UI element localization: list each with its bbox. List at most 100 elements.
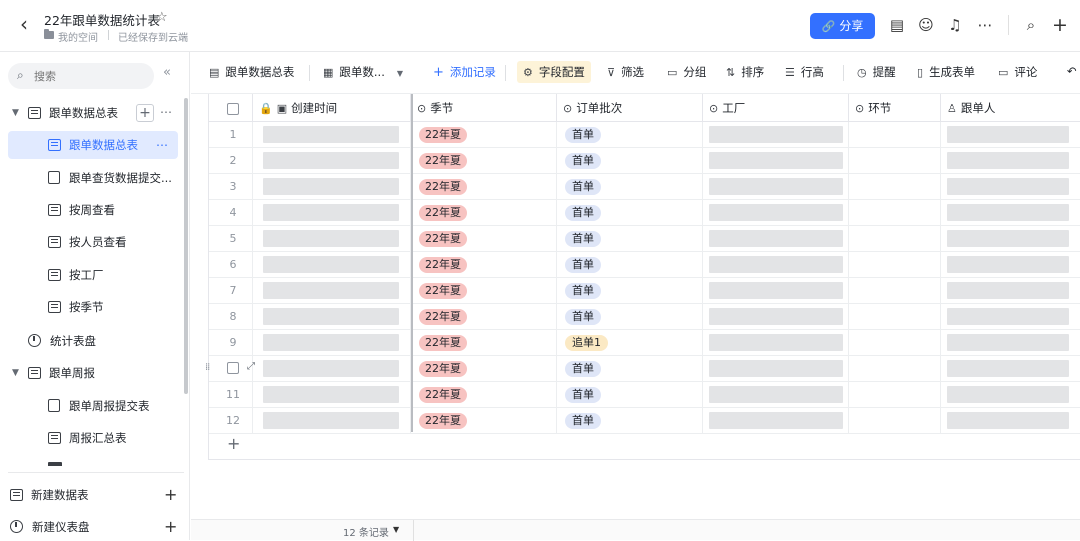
table-row[interactable]: 12 22年夏 首单 bbox=[209, 408, 1080, 434]
cell-assignee[interactable] bbox=[941, 122, 1080, 148]
cell-created-time[interactable] bbox=[253, 408, 411, 434]
generate-form-button[interactable]: ▯ 生成表单 bbox=[917, 64, 975, 80]
cell-order-batch[interactable]: 首单 bbox=[557, 304, 703, 330]
table-row[interactable]: 8 22年夏 首单 bbox=[209, 304, 1080, 330]
cell-season[interactable]: 22年夏 bbox=[411, 356, 557, 382]
table-row[interactable]: 3 22年夏 首单 bbox=[209, 174, 1080, 200]
select-all-checkbox[interactable] bbox=[227, 102, 239, 115]
sidebar-item-main-table[interactable]: 跟单数据总表 ⋯ bbox=[8, 131, 178, 159]
add-view-button[interactable]: + bbox=[136, 104, 154, 122]
sidebar-scrollbar[interactable] bbox=[184, 98, 188, 394]
cell-stage[interactable] bbox=[849, 382, 941, 408]
cell-factory[interactable] bbox=[703, 252, 849, 278]
row-header-cell[interactable]: 1 bbox=[209, 122, 253, 148]
cell-factory[interactable] bbox=[703, 226, 849, 252]
record-count[interactable]: 12 条记录 bbox=[343, 524, 389, 539]
cell-assignee[interactable] bbox=[941, 148, 1080, 174]
cell-stage[interactable] bbox=[849, 174, 941, 200]
table-row[interactable]: 2 22年夏 首单 bbox=[209, 148, 1080, 174]
cell-stage[interactable] bbox=[849, 200, 941, 226]
cell-created-time[interactable] bbox=[253, 278, 411, 304]
cell-season[interactable]: 22年夏 bbox=[411, 304, 557, 330]
search-input[interactable] bbox=[34, 67, 144, 85]
cell-factory[interactable] bbox=[703, 122, 849, 148]
sidebar-item-by-person[interactable]: 按人员查看 bbox=[8, 228, 184, 256]
sidebar-group-tracking-table[interactable]: ▼ 跟单数据总表 bbox=[8, 99, 184, 127]
sidebar-group-weekly-report[interactable]: ▼ 跟单周报 bbox=[8, 359, 184, 387]
new-table-button[interactable]: 新建数据表 bbox=[8, 481, 184, 509]
cell-assignee[interactable] bbox=[941, 408, 1080, 434]
cell-order-batch[interactable]: 首单 bbox=[557, 278, 703, 304]
cell-stage[interactable] bbox=[849, 408, 941, 434]
cell-factory[interactable] bbox=[703, 148, 849, 174]
table-row[interactable]: 6 22年夏 首单 bbox=[209, 252, 1080, 278]
cell-season[interactable]: 22年夏 bbox=[411, 226, 557, 252]
cell-season[interactable]: 22年夏 bbox=[411, 278, 557, 304]
table-row[interactable]: 7 22年夏 首单 bbox=[209, 278, 1080, 304]
column-header-order-batch[interactable]: ⊙ 订单批次 bbox=[557, 94, 703, 122]
cell-stage[interactable] bbox=[849, 122, 941, 148]
cell-assignee[interactable] bbox=[941, 382, 1080, 408]
cell-season[interactable]: 22年夏 bbox=[411, 122, 557, 148]
cell-created-time[interactable] bbox=[253, 356, 411, 382]
add-record-button[interactable]: + 添加记录 bbox=[433, 64, 496, 80]
cell-created-time[interactable] bbox=[253, 304, 411, 330]
search-box[interactable]: ⌕ bbox=[8, 63, 154, 89]
sidebar-item-dashboard[interactable]: 统计表盘 bbox=[8, 327, 184, 355]
bell-icon[interactable]: ♫ bbox=[944, 14, 966, 36]
cell-factory[interactable] bbox=[703, 408, 849, 434]
cell-stage[interactable] bbox=[849, 252, 941, 278]
field-config-button[interactable]: ⚙ 字段配置 bbox=[517, 61, 591, 83]
row-header-cell[interactable]: 8 bbox=[209, 304, 253, 330]
sidebar-item-weekly-summary[interactable]: 周报汇总表 bbox=[8, 424, 184, 452]
cell-created-time[interactable] bbox=[253, 382, 411, 408]
cell-season[interactable]: 22年夏 bbox=[411, 174, 557, 200]
row-header-cell[interactable]: 5 bbox=[209, 226, 253, 252]
column-header-season[interactable]: ⊙ 季节 bbox=[411, 94, 557, 122]
cell-order-batch[interactable]: 首单 bbox=[557, 408, 703, 434]
cell-stage[interactable] bbox=[849, 278, 941, 304]
reminder-button[interactable]: ◷ 提醒 bbox=[857, 64, 896, 80]
cell-order-batch[interactable]: 首单 bbox=[557, 226, 703, 252]
chevron-down-icon[interactable]: ▼ bbox=[393, 525, 399, 534]
cell-assignee[interactable] bbox=[941, 330, 1080, 356]
cell-stage[interactable] bbox=[849, 226, 941, 252]
row-header-cell[interactable]: 3 bbox=[209, 174, 253, 200]
caret-down-icon[interactable]: ▼ bbox=[12, 359, 19, 387]
row-header-cell[interactable]: 4 bbox=[209, 200, 253, 226]
new-dashboard-button[interactable]: 新建仪表盘 bbox=[8, 513, 184, 541]
select-all-header[interactable] bbox=[209, 94, 253, 122]
row-header-cell[interactable]: 12 bbox=[209, 408, 253, 434]
filter-button[interactable]: ⊽ 筛选 bbox=[607, 64, 644, 80]
cell-stage[interactable] bbox=[849, 148, 941, 174]
cell-order-batch[interactable]: 首单 bbox=[557, 122, 703, 148]
cell-season[interactable]: 22年夏 bbox=[411, 330, 557, 356]
cell-season[interactable]: 22年夏 bbox=[411, 148, 557, 174]
cell-created-time[interactable] bbox=[253, 252, 411, 278]
cell-order-batch[interactable]: 首单 bbox=[557, 200, 703, 226]
column-header-stage[interactable]: ⊙ 环节 bbox=[849, 94, 941, 122]
cell-created-time[interactable] bbox=[253, 330, 411, 356]
cell-created-time[interactable] bbox=[253, 122, 411, 148]
frozen-column-divider[interactable] bbox=[411, 94, 413, 432]
cell-order-batch[interactable]: 首单 bbox=[557, 382, 703, 408]
cell-assignee[interactable] bbox=[941, 174, 1080, 200]
cell-factory[interactable] bbox=[703, 382, 849, 408]
cell-factory[interactable] bbox=[703, 174, 849, 200]
document-title[interactable]: 22年跟单数据统计表 bbox=[44, 10, 160, 29]
more-icon[interactable]: ⋯ bbox=[160, 105, 173, 119]
cell-season[interactable]: 22年夏 bbox=[411, 382, 557, 408]
sidebar-item-weekly-submit[interactable]: 跟单周报提交表 bbox=[8, 392, 184, 420]
cell-order-batch[interactable]: 追单1 bbox=[557, 330, 703, 356]
row-header-cell[interactable]: 6 bbox=[209, 252, 253, 278]
space-location[interactable]: 我的空间 bbox=[58, 29, 98, 44]
share-button[interactable]: 🔗 分享 bbox=[810, 13, 875, 39]
column-header-assignee[interactable]: ♙ 跟单人 bbox=[941, 94, 1080, 122]
add-table-icon[interactable]: + bbox=[164, 485, 177, 504]
cell-order-batch[interactable]: 首单 bbox=[557, 174, 703, 200]
table-row[interactable]: 1 22年夏 首单 bbox=[209, 122, 1080, 148]
collapse-sidebar-icon[interactable]: « bbox=[163, 65, 171, 80]
row-header-cell[interactable]: 2 bbox=[209, 148, 253, 174]
sidebar-item-by-week[interactable]: 按周查看 bbox=[8, 196, 184, 224]
sidebar-item-by-season[interactable]: 按季节 bbox=[8, 293, 184, 321]
